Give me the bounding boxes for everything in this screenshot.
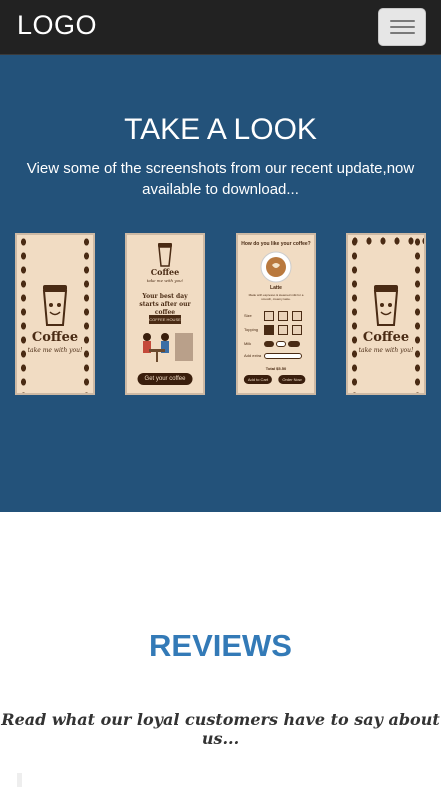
extra-row: Add extra (244, 351, 308, 361)
order-question: How do you like your coffee? (241, 241, 311, 247)
brand-name: Coffee (362, 330, 410, 345)
section-subtitle: View some of the screenshots from our re… (26, 160, 415, 198)
milk-row: Milk (244, 339, 308, 349)
navbar: LOGO (0, 0, 441, 55)
item-desc: Made with espresso & steamed milk for a … (248, 293, 304, 301)
get-coffee-button: Get your coffee (137, 373, 193, 385)
shop-sign: COFFEE HOUSE (149, 315, 181, 324)
section-title: TAKE A LOOK (124, 113, 317, 146)
cafe-scene-illustration (143, 333, 193, 362)
brand-name: Coffee (31, 330, 79, 345)
coffee-cup-icon (42, 285, 68, 326)
reviews-subtitle: Read what our loyal customers have to sa… (1, 710, 440, 748)
review-card-edge (17, 773, 22, 787)
screenshot-1[interactable]: Coffee take me with you! (15, 233, 95, 395)
brand-name: Coffee (150, 267, 180, 277)
screenshots-section: TAKE A LOOK View some of the screenshots… (0, 55, 441, 512)
screenshot-2[interactable]: Coffee take me with you! Your best day s… (125, 233, 205, 395)
headline: Your best day starts after our coffee (139, 293, 191, 316)
screenshot-4[interactable]: Coffee take me with you! (346, 233, 426, 395)
order-now-button: Order Now (278, 375, 306, 384)
coffee-cup-icon (373, 285, 399, 326)
screenshot-3[interactable]: How do you like your coffee? Latte Made … (236, 233, 316, 395)
brand-tagline: take me with you! (358, 347, 414, 354)
menu-toggle-button[interactable] (378, 8, 426, 46)
size-row: Size (244, 311, 308, 321)
brand-tagline: take me with you! (146, 278, 184, 283)
brand-tagline: take me with you! (27, 347, 83, 354)
latte-cup-icon (260, 251, 292, 283)
topping-row: Topping (244, 325, 308, 335)
order-total: Total $5.50 (265, 366, 287, 371)
item-name: Latte (270, 285, 282, 291)
coffee-cup-icon (158, 243, 172, 267)
logo[interactable]: LOGO (17, 10, 97, 41)
add-to-cart-button: Add to Cart (243, 375, 273, 384)
reviews-title: REVIEWS (149, 628, 292, 663)
